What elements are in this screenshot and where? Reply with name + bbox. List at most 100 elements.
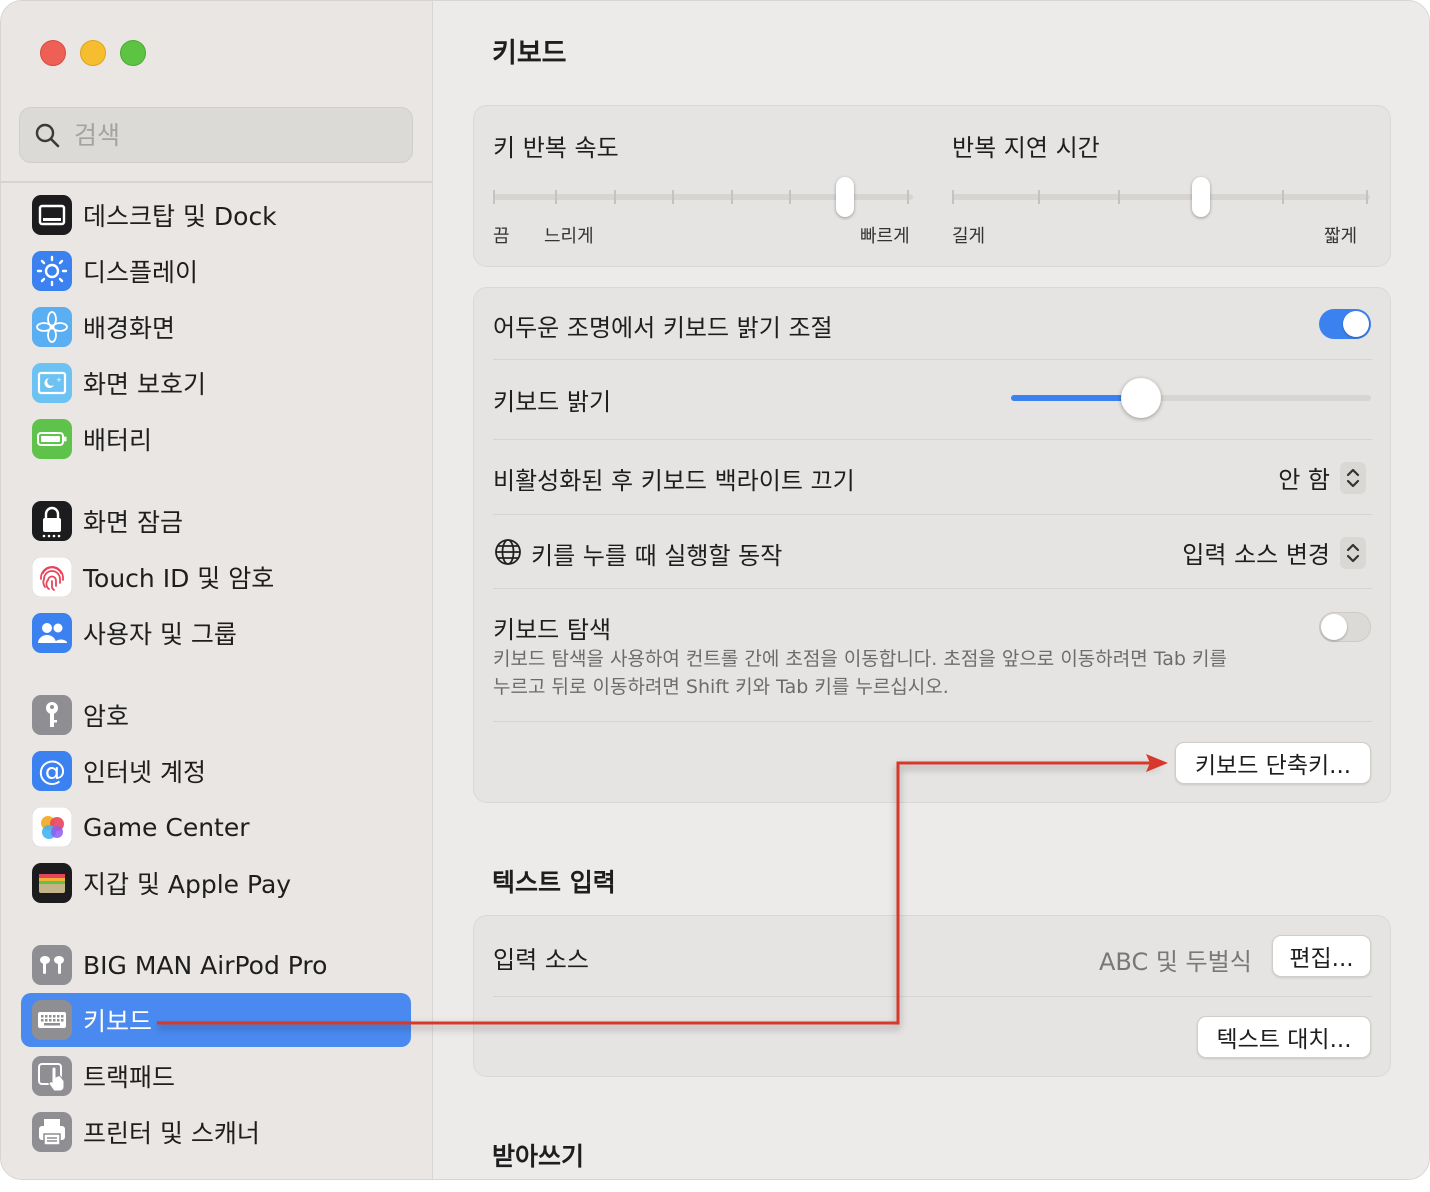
users-icon: [32, 613, 72, 653]
game-center-icon: [32, 807, 72, 847]
keyboard-nav-label: 키보드 탐색: [493, 616, 612, 644]
sidebar-item-touch-id[interactable]: Touch ID 및 암호: [21, 550, 411, 604]
sidebar-item-battery[interactable]: 배터리: [21, 412, 411, 466]
row-divider: [493, 359, 1372, 360]
sidebar-item-label: 데스크탑 및 Dock: [83, 202, 277, 231]
text-replacements-button[interactable]: 텍스트 대치...: [1197, 1016, 1371, 1058]
keyboard-shortcuts-button[interactable]: 키보드 단축키...: [1175, 742, 1371, 784]
sidebar: 데스크탑 및 Dock 디스플레이 배경화면 + 화면 보호기 배터리 화면 잠…: [1, 1, 433, 1179]
lock-icon: [32, 501, 72, 541]
keyboard-nav-description: 키보드 탐색을 사용하여 컨트롤 간에 초점을 이동합니다. 초점을 앞으로 이…: [493, 648, 1227, 698]
battery-icon: [32, 419, 72, 459]
delay-long-label: 길게: [952, 226, 986, 247]
at-sign-icon: @: [32, 751, 72, 791]
row-divider: [493, 588, 1372, 589]
zoom-window-button[interactable]: [120, 40, 146, 66]
wallpaper-flower-icon: [32, 307, 72, 347]
text-input-card: 입력 소스 ABC 및 두벌식 편집... 텍스트 대치...: [473, 915, 1391, 1077]
keyboard-icon: [32, 1000, 72, 1040]
backlight-auto-label: 어두운 조명에서 키보드 밝기 조절: [493, 314, 833, 342]
search-input[interactable]: [74, 120, 374, 150]
key-repeat-card: 키 반복 속도 끔 느리게 빠르게 반복 지연 시간 길게 짧게: [473, 105, 1391, 267]
brightness-knob[interactable]: [1121, 378, 1161, 418]
sidebar-item-label: 인터넷 계정: [83, 758, 206, 787]
fingerprint-icon: [32, 557, 72, 597]
sidebar-item-wallpaper[interactable]: 배경화면: [21, 300, 411, 354]
minimize-window-button[interactable]: [80, 40, 106, 66]
globe-key-popup[interactable]: 입력 소스 변경: [1182, 535, 1366, 570]
sidebar-item-printers[interactable]: 프린터 및 스캐너: [21, 1105, 411, 1159]
globe-key-value: 입력 소스 변경: [1182, 541, 1330, 569]
backlight-off-popup[interactable]: 안 함: [1278, 460, 1366, 495]
key-repeat-rate-slider[interactable]: [493, 174, 913, 220]
edit-input-sources-button[interactable]: 편집...: [1272, 935, 1371, 977]
sidebar-item-label: 화면 잠금: [83, 508, 183, 537]
sidebar-item-keyboard[interactable]: 키보드: [21, 993, 411, 1047]
sidebar-item-airpods[interactable]: BIG MAN AirPod Pro: [21, 938, 411, 992]
sidebar-item-display[interactable]: 디스플레이: [21, 244, 411, 298]
input-sources-label: 입력 소스: [493, 946, 589, 974]
sidebar-item-label: 배경화면: [83, 314, 176, 343]
sidebar-item-passwords[interactable]: 암호: [21, 688, 411, 742]
backlight-off-label: 비활성화된 후 키보드 백라이트 끄기: [493, 467, 855, 495]
trackpad-icon: [32, 1056, 72, 1096]
chevron-up-down-icon: [1340, 536, 1366, 569]
sidebar-item-desktop-dock[interactable]: 데스크탑 및 Dock: [21, 188, 411, 242]
sidebar-item-label: 키보드: [83, 1007, 153, 1036]
rate-off-label: 끔: [493, 226, 510, 247]
sidebar-item-label: Game Center: [83, 812, 250, 842]
page-title: 키보드: [492, 38, 567, 69]
sidebar-item-users-groups[interactable]: 사용자 및 그룹: [21, 606, 411, 660]
search-icon: [35, 123, 60, 148]
globe-icon: [494, 538, 522, 570]
rate-slow-label: 느리게: [544, 226, 594, 247]
repeat-delay-knob[interactable]: [1192, 177, 1210, 217]
key-repeat-rate-label: 키 반복 속도: [493, 134, 619, 162]
repeat-delay-label: 반복 지연 시간: [952, 134, 1100, 162]
sidebar-item-label: 프린터 및 스캐너: [83, 1119, 260, 1148]
svg-text:+: +: [56, 376, 62, 384]
delay-short-label: 짧게: [1324, 226, 1358, 247]
sidebar-item-label: 지갑 및 Apple Pay: [83, 870, 292, 899]
key-repeat-rate-knob[interactable]: [836, 177, 854, 217]
screensaver-icon: +: [32, 363, 72, 403]
backlight-auto-toggle[interactable]: [1319, 309, 1371, 339]
input-sources-value: ABC 및 두벌식: [1099, 948, 1252, 976]
key-icon: [32, 695, 72, 735]
sidebar-item-wallet[interactable]: 지갑 및 Apple Pay: [21, 856, 411, 910]
sidebar-item-internet-accounts[interactable]: @ 인터넷 계정: [21, 744, 411, 798]
row-divider: [493, 996, 1372, 997]
sidebar-item-label: 화면 보호기: [83, 370, 206, 399]
backlight-off-value: 안 함: [1278, 466, 1330, 494]
svg-text:@: @: [38, 754, 66, 787]
text-input-section-title: 텍스트 입력: [492, 868, 616, 897]
sidebar-item-label: 암호: [83, 702, 130, 731]
sidebar-item-game-center[interactable]: Game Center: [21, 800, 411, 854]
sidebar-item-lock-screen[interactable]: 화면 잠금: [21, 494, 411, 548]
display-sun-icon: [32, 251, 72, 291]
printer-icon: [32, 1112, 72, 1152]
wallet-icon: [32, 863, 72, 903]
repeat-delay-slider[interactable]: [952, 174, 1372, 220]
sidebar-item-label: 배터리: [83, 426, 153, 455]
globe-key-label: 키를 누를 때 실행할 동작: [531, 542, 783, 570]
sidebar-item-label: 디스플레이: [83, 258, 199, 287]
brightness-label: 키보드 밝기: [493, 388, 612, 416]
sidebar-item-label: 트랙패드: [83, 1063, 176, 1092]
airpods-icon: [32, 945, 72, 985]
sidebar-item-trackpad[interactable]: 트랙패드: [21, 1049, 411, 1103]
sidebar-item-label: Touch ID 및 암호: [83, 564, 275, 593]
sidebar-item-screensaver[interactable]: + 화면 보호기: [21, 356, 411, 410]
close-window-button[interactable]: [40, 40, 66, 66]
dictation-section-title: 받아쓰기: [492, 1142, 585, 1171]
keyboard-nav-toggle[interactable]: [1319, 612, 1371, 642]
keyboard-options-card: 어두운 조명에서 키보드 밝기 조절 키보드 밝기 비활성화된 후 키보드 백라…: [473, 287, 1391, 803]
settings-window: 데스크탑 및 Dock 디스플레이 배경화면 + 화면 보호기 배터리 화면 잠…: [0, 0, 1430, 1180]
row-divider: [493, 439, 1372, 440]
search-field[interactable]: [19, 107, 413, 163]
rate-fast-label: 빠르게: [860, 226, 910, 247]
sidebar-item-label: 사용자 및 그룹: [83, 620, 237, 649]
brightness-slider[interactable]: [1011, 378, 1371, 418]
sidebar-item-label: BIG MAN AirPod Pro: [83, 950, 328, 980]
row-divider: [493, 721, 1372, 722]
